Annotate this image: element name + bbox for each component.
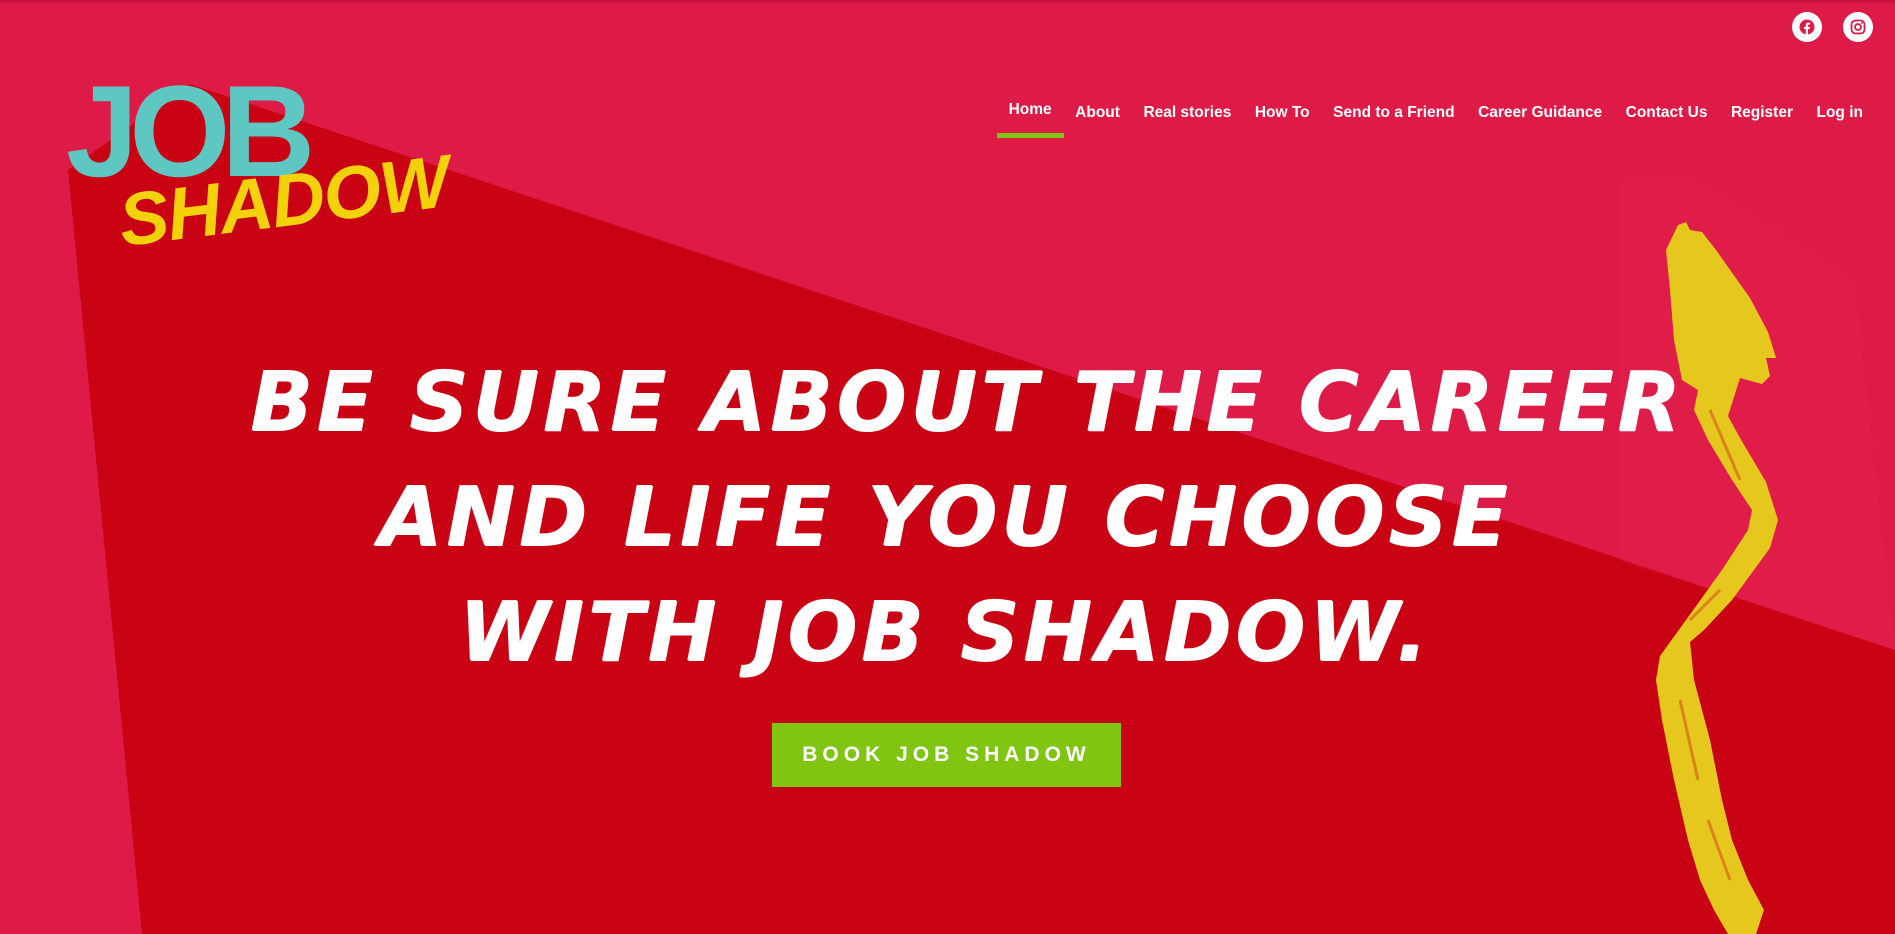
hero-headline-line-2: AND LIFE YOU CHOOSE <box>378 470 1512 565</box>
nav-item-home[interactable]: Home <box>996 98 1064 138</box>
nav-item-send-to-friend[interactable]: Send to a Friend <box>1333 101 1454 125</box>
instagram-icon <box>1850 19 1866 35</box>
hero-headline: BE SURE ABOUT THE CAREER AND LIFE YOU CH… <box>250 345 1685 690</box>
facebook-link[interactable] <box>1792 12 1822 42</box>
nav-item-contact-us[interactable]: Contact Us <box>1626 101 1708 125</box>
hero-headline-line-3: WITH JOB SHADOW. <box>458 585 1432 680</box>
instagram-link[interactable] <box>1843 12 1873 42</box>
site-logo[interactable]: JOB SHADOW <box>66 66 453 285</box>
nav-item-register[interactable]: Register <box>1731 101 1793 125</box>
walking-legs-illustration <box>1656 222 1778 934</box>
hero-headline-line-1: BE SURE ABOUT THE CAREER <box>250 355 1685 450</box>
social-links <box>1792 12 1873 42</box>
top-border <box>0 0 1895 3</box>
facebook-icon <box>1799 19 1815 35</box>
nav-item-about[interactable]: About <box>1075 101 1120 125</box>
main-nav: Home About Real stories How To Send to a… <box>996 98 1864 138</box>
nav-item-how-to[interactable]: How To <box>1255 101 1310 125</box>
nav-item-career-guidance[interactable]: Career Guidance <box>1478 101 1602 125</box>
book-job-shadow-button[interactable]: BOOK JOB SHADOW <box>772 723 1121 787</box>
nav-item-real-stories[interactable]: Real stories <box>1143 101 1231 125</box>
nav-item-log-in[interactable]: Log in <box>1817 101 1864 125</box>
leg-shape <box>1656 222 1778 934</box>
